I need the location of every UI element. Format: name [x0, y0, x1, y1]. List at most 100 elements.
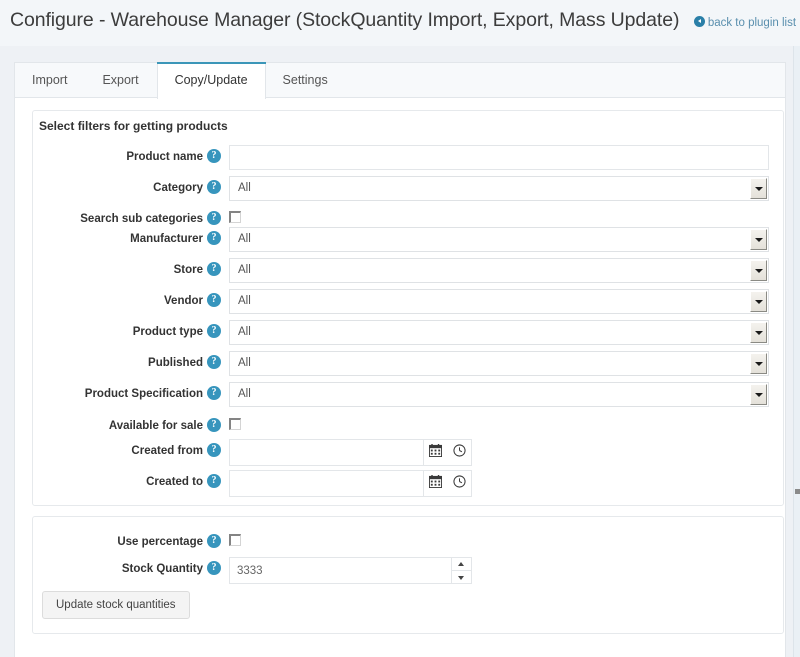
stock-quantity-input[interactable]: [229, 557, 451, 584]
use-percentage-checkbox[interactable]: [229, 534, 241, 546]
form-row: Created to?: [33, 470, 783, 498]
quantity-stepper[interactable]: [451, 557, 472, 584]
field-label: Product Specification: [84, 388, 203, 400]
chevron-down-icon[interactable]: [750, 384, 767, 405]
field-control: All: [229, 320, 769, 345]
field-control: [229, 207, 241, 223]
field-label: Created from: [131, 445, 203, 457]
help-icon[interactable]: ?: [207, 474, 221, 488]
created-from-date-group: [229, 439, 472, 466]
field-label: Store: [173, 264, 203, 276]
calendar-icon[interactable]: [429, 475, 443, 492]
field-label: Product type: [132, 326, 203, 338]
help-icon[interactable]: ?: [207, 180, 221, 194]
tab-export[interactable]: Export: [85, 63, 156, 98]
field-label: Stock Quantity: [121, 563, 203, 575]
help-icon[interactable]: ?: [207, 231, 221, 245]
help-icon[interactable]: ?: [207, 443, 221, 457]
back-to-plugin-list-link[interactable]: back to plugin list: [693, 16, 796, 29]
filters-panel: Select filters for getting products Prod…: [32, 110, 784, 506]
date-addon: [423, 470, 472, 497]
form-row: Store? All: [33, 258, 783, 286]
field-label: Published: [148, 357, 203, 369]
created-from-input[interactable]: [229, 439, 423, 466]
tab-settings[interactable]: Settings: [266, 63, 346, 98]
clock-icon[interactable]: [453, 444, 466, 461]
field-control: [229, 557, 472, 584]
help-icon[interactable]: ?: [207, 355, 221, 369]
chevron-down-icon[interactable]: [750, 260, 767, 281]
tab-label: Copy/Update: [174, 73, 248, 87]
store-select[interactable]: All: [229, 258, 769, 283]
field-control: [229, 530, 241, 546]
help-icon[interactable]: ?: [207, 293, 221, 307]
tab-copy-update[interactable]: Copy/Update: [156, 62, 266, 99]
chevron-down-icon[interactable]: [750, 322, 767, 343]
field-label: Use percentage: [117, 536, 203, 548]
field-control: All: [229, 289, 769, 314]
chevron-down-icon[interactable]: [750, 229, 767, 250]
form-row: Published? All: [33, 351, 783, 379]
select-value: All: [238, 326, 251, 338]
form-row: Category? All: [33, 176, 783, 204]
form-row: Use percentage?: [33, 530, 783, 558]
tab-label: Export: [102, 73, 139, 87]
product-name-input[interactable]: [229, 145, 769, 170]
stock-quantity-number-group: [229, 557, 472, 584]
chevron-down-icon[interactable]: [750, 353, 767, 374]
help-icon[interactable]: ?: [207, 386, 221, 400]
tab-label: Import: [32, 73, 68, 87]
help-icon[interactable]: ?: [207, 149, 221, 163]
configure-warehouse-manager-page: Configure - Warehouse Manager (StockQuan…: [0, 0, 800, 657]
field-label: Vendor: [164, 295, 203, 307]
category-select[interactable]: All: [229, 176, 769, 201]
filters-panel-heading: Select filters for getting products: [39, 119, 228, 133]
form-row: Product name?: [33, 145, 783, 173]
chevron-down-icon[interactable]: [750, 291, 767, 312]
form-row: Available for sale?: [33, 414, 783, 442]
field-control: All: [229, 176, 769, 201]
select-value: All: [238, 295, 251, 307]
scrollbar-thumb[interactable]: [795, 489, 800, 494]
form-row: Vendor? All: [33, 289, 783, 317]
product-specification-select[interactable]: All: [229, 382, 769, 407]
created-to-date-group: [229, 470, 472, 497]
vertical-scrollbar[interactable]: [793, 46, 800, 657]
created-to-input[interactable]: [229, 470, 423, 497]
help-icon[interactable]: ?: [207, 324, 221, 338]
field-control: All: [229, 227, 769, 252]
field-label: Created to: [146, 476, 203, 488]
form-row: Product Specification? All: [33, 382, 783, 410]
calendar-icon[interactable]: [429, 444, 443, 461]
field-label: Category: [153, 182, 203, 194]
field-control: [229, 470, 472, 497]
update-stock-quantities-button[interactable]: Update stock quantities: [42, 591, 190, 619]
field-control: All: [229, 351, 769, 376]
stepper-down-icon[interactable]: [451, 571, 472, 584]
date-addon: [423, 439, 472, 466]
chevron-down-icon[interactable]: [750, 178, 767, 199]
stock-quantity-panel: Use percentage?Stock Quantity? Update st…: [32, 516, 784, 634]
product-type-select[interactable]: All: [229, 320, 769, 345]
form-row: Product type? All: [33, 320, 783, 348]
clock-icon[interactable]: [453, 475, 466, 492]
published-select[interactable]: All: [229, 351, 769, 376]
select-value: All: [238, 388, 251, 400]
help-icon[interactable]: ?: [207, 211, 221, 225]
tab-label: Settings: [282, 73, 328, 87]
manufacturer-select[interactable]: All: [229, 227, 769, 252]
help-icon[interactable]: ?: [207, 418, 221, 432]
field-label: Product name: [126, 151, 203, 163]
search-sub-categories-checkbox[interactable]: [229, 211, 241, 223]
help-icon[interactable]: ?: [207, 262, 221, 276]
field-control: [229, 145, 769, 170]
field-control: [229, 439, 472, 466]
stepper-up-icon[interactable]: [451, 557, 472, 571]
help-icon[interactable]: ?: [207, 534, 221, 548]
vendor-select[interactable]: All: [229, 289, 769, 314]
tab-import[interactable]: Import: [15, 63, 85, 98]
form-row: Stock Quantity?: [33, 557, 783, 585]
field-control: [229, 414, 241, 430]
available-for-sale-checkbox[interactable]: [229, 418, 241, 430]
help-icon[interactable]: ?: [207, 561, 221, 575]
